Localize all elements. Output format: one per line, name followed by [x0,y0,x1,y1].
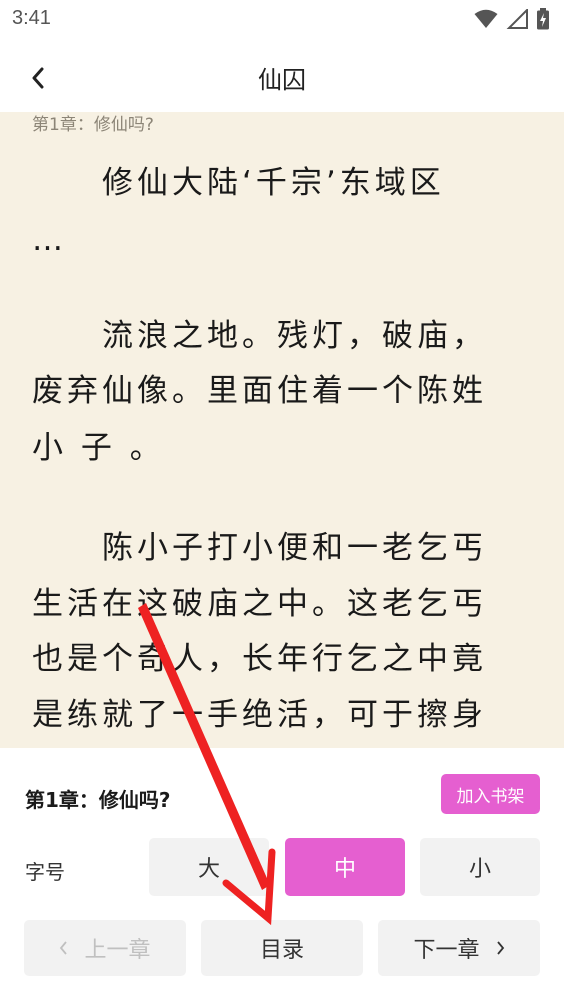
font-size-small-button[interactable]: 小 [420,838,540,896]
text-line: 陈小子打小便和一老乞丐 [32,530,487,566]
prev-chapter-label: 上一章 [84,938,151,963]
status-bar: 3:41 [0,0,564,40]
status-icons [474,8,550,30]
next-chapter-label: 下一章 [413,938,480,963]
top-nav-bar: 仙囚 [0,40,564,112]
text-line: 也是个奇人，长年行乞之中竟 [32,641,487,677]
text-line: 修仙大陆‘千宗’东域区 [32,165,445,201]
reader-content[interactable]: 第1章：修仙吗? 修仙大陆‘千宗’东域区 … 流浪之地。残灯，破庙， 废弃仙像。… [0,112,564,748]
text-line: … [32,222,67,258]
table-of-contents-button[interactable]: 目录 [201,920,363,976]
prev-chapter-button[interactable]: 上一章 [24,920,186,976]
toc-label: 目录 [259,938,304,963]
book-title: 仙囚 [258,66,306,94]
font-size-label: 字号 [25,860,65,884]
wifi-icon [474,9,498,28]
add-to-bookshelf-button[interactable]: 加入书架 [441,774,540,814]
status-time: 3:41 [12,7,51,29]
chevron-left-icon [60,941,68,955]
font-size-medium-button[interactable]: 中 [285,838,405,896]
text-line: 是练就了一手绝活，可于擦身 [32,697,487,733]
text-line: 小 子 。 [32,430,165,466]
chevron-right-icon [496,941,504,955]
signal-icon [506,9,528,29]
chapter-label: 第1章：修仙吗? [32,115,154,135]
battery-icon [537,8,549,30]
text-line: 废弃仙像。里面住着一个陈姓 [32,373,487,409]
text-line: 流浪之地。残灯，破庙， [32,318,487,354]
reader-settings-panel: 第1章：修仙吗? 加入书架 字号 大 中 小 上一章 目录 下一章 [0,748,564,1004]
font-size-large-button[interactable]: 大 [149,838,269,896]
text-line: 生活在这破庙之中。这老乞丐 [32,586,487,622]
panel-chapter-title: 第1章：修仙吗? [25,788,171,812]
next-chapter-button[interactable]: 下一章 [378,920,540,976]
